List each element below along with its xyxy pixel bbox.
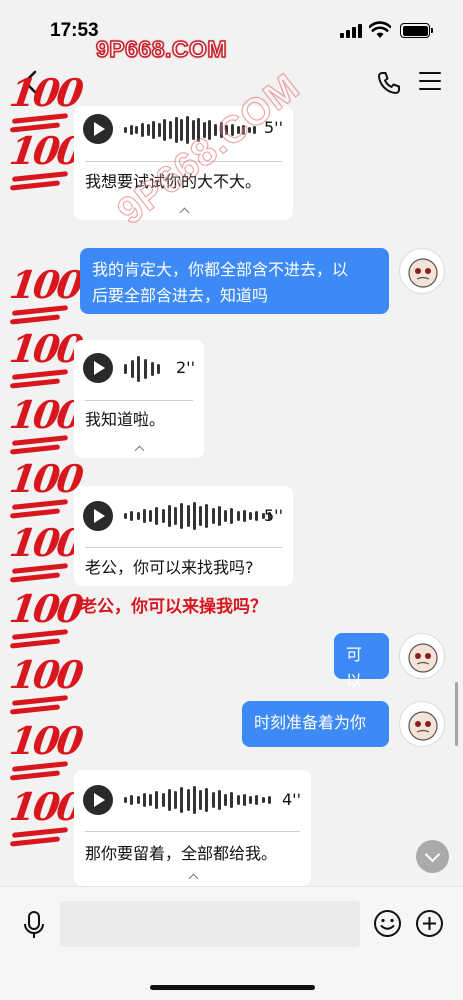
message-line: 我的肯定大，你都全部含不进去，以 — [92, 260, 349, 279]
wifi-icon — [369, 21, 391, 38]
sticker-column: 100 100 100 100 100 100 100 100 100 100 … — [6, 60, 83, 860]
avatar-face-icon — [408, 258, 438, 288]
play-icon[interactable] — [83, 501, 113, 531]
voice-message[interactable]: 5'' 我想要试试你的大不大。 — [74, 106, 293, 220]
voice-message[interactable]: 2'' 我知道啦。 — [74, 340, 204, 458]
avatar-face-icon — [408, 711, 438, 741]
hundred-sticker: 100 — [6, 324, 83, 390]
hundred-sticker: 100 — [6, 68, 83, 134]
voice-transcript: 老公，你可以来找我吗? — [85, 558, 254, 577]
voice-duration: 2'' — [176, 358, 195, 377]
play-icon[interactable] — [83, 353, 113, 383]
voice-message[interactable]: 4'' 那你要留着，全部都给我。 — [74, 770, 311, 886]
hundred-sticker: 100 — [6, 390, 83, 456]
message-text: 时刻准备着为你 — [254, 713, 367, 732]
message-line: 后要全部含进去，知道吗 — [92, 286, 269, 305]
phone-icon[interactable] — [376, 70, 402, 96]
cellular-signal-icon — [340, 24, 362, 38]
status-bar: 17:53 — [0, 0, 463, 62]
outgoing-message[interactable]: 我的肯定大，你都全部含不进去，以 后要全部含进去，知道吗 — [80, 248, 389, 314]
battery-icon — [400, 23, 433, 38]
avatar[interactable] — [399, 701, 445, 747]
voice-duration: 4'' — [282, 790, 301, 809]
voice-message[interactable]: 5'' 老公，你可以来找我吗? — [74, 486, 293, 586]
status-time: 17:53 — [50, 20, 99, 41]
hundred-sticker: 100 — [6, 716, 83, 782]
add-icon[interactable] — [415, 909, 444, 938]
scrollbar[interactable] — [455, 682, 458, 746]
play-icon[interactable] — [83, 785, 113, 815]
collapse-icon[interactable] — [179, 207, 189, 218]
scroll-down-icon[interactable] — [416, 840, 449, 873]
hundred-sticker: 100 — [6, 584, 83, 650]
hundred-sticker: 100 — [6, 782, 83, 848]
hundred-sticker: 100 — [6, 126, 83, 192]
voice-duration: 5'' — [264, 118, 283, 137]
avatar-face-icon — [408, 643, 438, 673]
collapse-icon[interactable] — [134, 445, 145, 456]
outgoing-message[interactable]: 时刻准备着为你 — [242, 701, 389, 747]
hundred-sticker: 100 — [6, 650, 83, 716]
hundred-sticker: 100 — [6, 260, 83, 326]
avatar[interactable] — [399, 248, 445, 294]
overlay-annotation: 老公，你可以来操我吗？ — [80, 597, 267, 617]
hundred-sticker: 100 — [6, 518, 83, 584]
voice-transcript: 那你要留着，全部都给我。 — [85, 844, 278, 863]
emoji-icon[interactable] — [373, 909, 402, 938]
menu-icon[interactable] — [419, 72, 441, 90]
waveform-icon — [124, 784, 274, 816]
waveform-icon — [124, 114, 259, 146]
voice-transcript: 我知道啦。 — [85, 410, 166, 429]
collapse-icon[interactable] — [188, 873, 198, 884]
waveform-icon — [124, 353, 164, 385]
voice-duration: 5'' — [264, 506, 283, 525]
message-input[interactable] — [60, 901, 360, 947]
microphone-icon[interactable] — [22, 910, 46, 940]
outgoing-message[interactable]: 可以 — [334, 633, 389, 690]
home-indicator — [150, 985, 315, 990]
message-text: 可以 — [346, 645, 363, 690]
play-icon[interactable] — [83, 114, 113, 144]
hundred-sticker: 100 — [6, 454, 83, 520]
waveform-icon — [124, 500, 274, 532]
avatar[interactable] — [399, 633, 445, 679]
voice-transcript: 我想要试试你的大不大。 — [85, 172, 262, 191]
watermark-logo: 9P668.COM — [95, 35, 228, 63]
